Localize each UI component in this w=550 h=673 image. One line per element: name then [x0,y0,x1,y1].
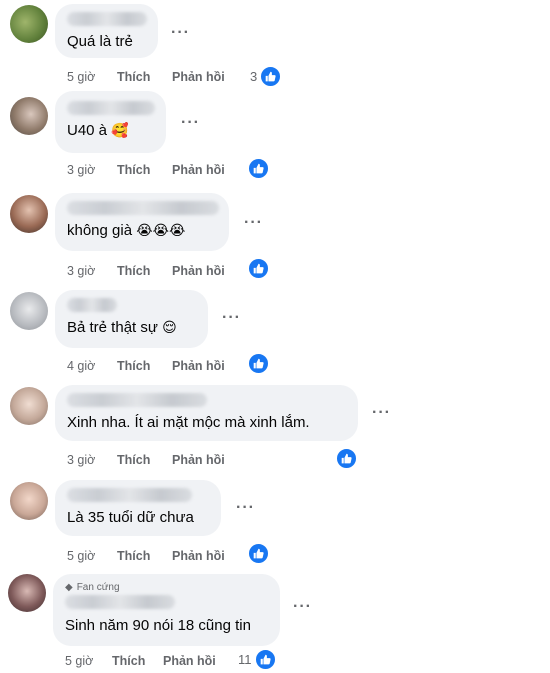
more-options-icon[interactable]: ··· [372,405,391,421]
avatar[interactable] [10,292,48,330]
diamond-icon: ◆ [65,582,73,593]
comment-text: U40 à 🥰 [67,121,154,140]
reaction-count[interactable] [248,158,269,179]
comment-actions: 3 giờ Thích Phản hồi [67,264,225,278]
reply-button[interactable]: Phản hồi [172,264,225,278]
reply-button[interactable]: Phản hồi [172,359,225,373]
comment-actions: 5 giờ Thích Phản hồi [67,549,225,563]
avatar[interactable] [10,482,48,520]
avatar[interactable] [10,195,48,233]
commenter-name-blurred[interactable] [67,393,207,407]
reaction-count[interactable] [248,543,269,564]
timestamp[interactable]: 5 giờ [67,549,117,563]
like-button[interactable]: Thích [117,70,172,84]
comment-actions: 5 giờ Thích Phản hồi [65,654,216,668]
like-thumb-icon [248,543,269,564]
badge-label: Fan cứng [76,582,120,593]
comment-text-content: không già [67,222,133,239]
comment-text: Quá là trẻ [67,33,133,50]
comment-text: không già 😭😭😭 [67,221,217,240]
reply-button[interactable]: Phản hồi [172,70,225,84]
commenter-name-blurred[interactable] [67,298,117,312]
like-thumb-icon [248,158,269,179]
commenter-name-blurred[interactable] [67,101,155,115]
comment-text-content: Bả trẻ thật sự [67,319,158,336]
reply-button[interactable]: Phản hồi [163,654,216,668]
reply-button[interactable]: Phản hồi [172,453,225,467]
avatar[interactable] [8,574,46,612]
like-button[interactable]: Thích [112,654,163,668]
crying-emoji: 😭😭😭 [136,222,186,238]
more-options-icon[interactable]: ··· [181,115,200,131]
more-options-icon[interactable]: ··· [222,310,241,326]
like-thumb-icon [260,66,282,87]
commenter-name-blurred[interactable] [67,12,147,26]
comment-text-content: U40 à [67,122,108,139]
like-button[interactable]: Thích [117,453,172,467]
comment-bubble: U40 à 🥰 [55,91,166,153]
reaction-count[interactable] [248,353,269,374]
like-thumb-icon [248,353,269,374]
comment-actions: 3 giờ Thích Phản hồi [67,163,225,177]
timestamp[interactable]: 3 giờ [67,453,117,467]
like-thumb-icon [254,649,276,670]
reply-button[interactable]: Phản hồi [172,163,225,177]
reaction-number: 3 [250,69,258,84]
comment-text: Bả trẻ thật sự 😌 [67,318,196,337]
timestamp[interactable]: 3 giờ [67,264,117,278]
commenter-name-blurred[interactable] [67,488,192,502]
comment-text: Xinh nha. Ít ai mặt mộc mà xinh lắm. [67,414,310,431]
comment-actions: 3 giờ Thích Phản hồi [67,453,225,467]
timestamp[interactable]: 3 giờ [67,163,117,177]
like-button[interactable]: Thích [117,549,172,563]
comment-actions: 5 giờ Thích Phản hồi [67,70,225,84]
like-button[interactable]: Thích [117,264,172,278]
reaction-count[interactable] [336,448,357,469]
more-options-icon[interactable]: ··· [236,500,255,516]
timestamp[interactable]: 5 giờ [67,70,117,84]
reaction-number: 11 [238,652,252,667]
relieved-emoji: 😌 [162,319,177,335]
comment-bubble: Xinh nha. Ít ai mặt mộc mà xinh lắm. [55,385,358,441]
like-thumb-icon [336,448,357,469]
avatar[interactable] [10,97,48,135]
commenter-name-blurred[interactable] [67,201,219,215]
reaction-count[interactable]: 3 [250,66,282,87]
comment-bubble: Quá là trẻ [55,4,158,58]
like-thumb-icon [248,258,269,279]
comment-bubble: không già 😭😭😭 [55,193,229,251]
comment-actions: 4 giờ Thích Phản hồi [67,359,225,373]
reaction-count[interactable] [248,258,269,279]
more-options-icon[interactable]: ··· [171,25,190,41]
smiling-hearts-emoji: 🥰 [111,122,129,138]
fan-badge[interactable]: ◆ Fan cứng [65,582,268,593]
avatar[interactable] [10,5,48,43]
comment-bubble: ◆ Fan cứng Sinh năm 90 nói 18 cũng tin [53,574,280,646]
comment-bubble: Là 35 tuổi dữ chưa [55,480,221,536]
timestamp[interactable]: 5 giờ [65,654,112,668]
more-options-icon[interactable]: ··· [244,215,263,231]
reply-button[interactable]: Phản hồi [172,549,225,563]
comment-text: Là 35 tuổi dữ chưa [67,509,194,526]
avatar[interactable] [10,387,48,425]
more-options-icon[interactable]: ··· [293,599,312,615]
timestamp[interactable]: 4 giờ [67,359,117,373]
reaction-count[interactable]: 11 [238,649,276,670]
like-button[interactable]: Thích [117,163,172,177]
comment-bubble: Bả trẻ thật sự 😌 [55,290,208,348]
commenter-name-blurred[interactable] [65,595,175,609]
comment-text: Sinh năm 90 nói 18 cũng tin [65,617,251,634]
like-button[interactable]: Thích [117,359,172,373]
